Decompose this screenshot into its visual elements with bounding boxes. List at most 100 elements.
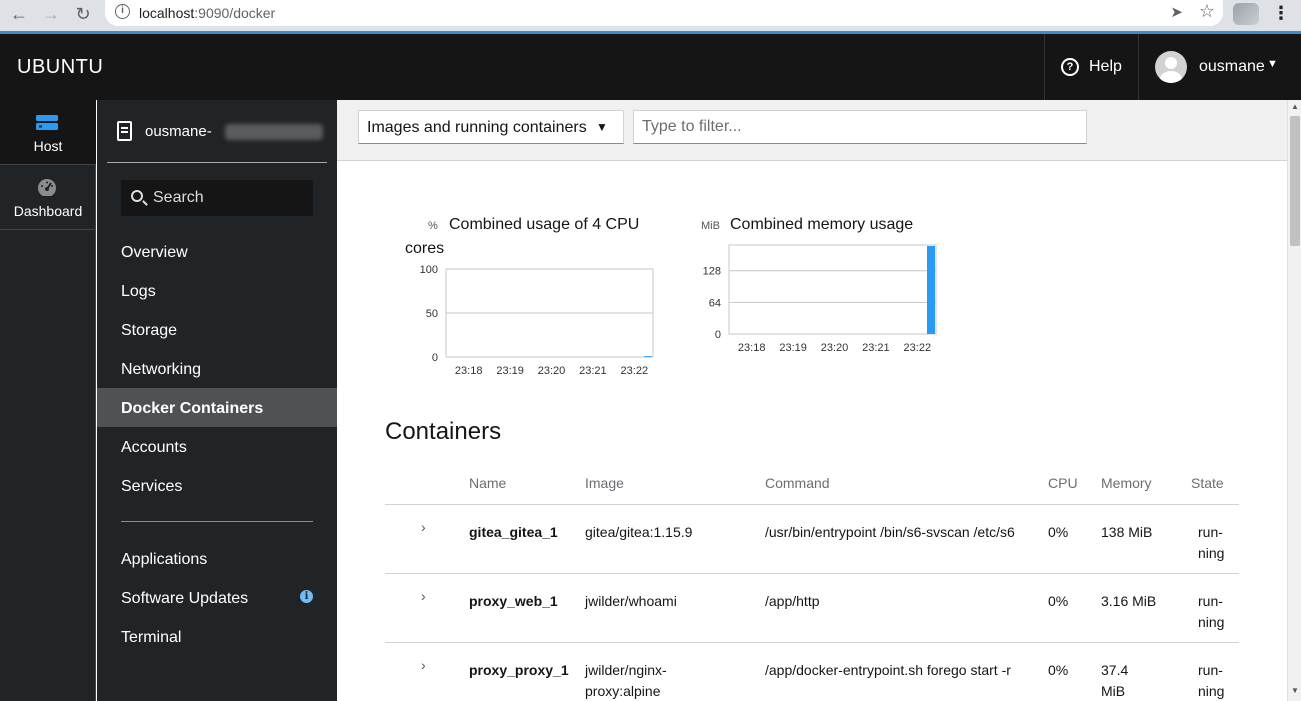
sidebar-item-label: Terminal: [121, 629, 182, 646]
table-row[interactable]: › gitea_gitea_1 gitea/gitea:1.15.9 /usr/…: [385, 505, 1239, 574]
sidebar: ousmane- Search Overview Logs Storage Ne…: [97, 100, 337, 701]
container-state: run-ning: [1198, 662, 1225, 699]
caret-down-icon: ▼: [1267, 58, 1278, 70]
y-tick-label: 0: [432, 352, 438, 364]
scroll-down-icon[interactable]: ▼: [1291, 686, 1299, 695]
bookmark-star-icon[interactable]: ☆: [1199, 1, 1215, 22]
container-cpu: 0%: [1048, 662, 1069, 678]
container-state: run-ning: [1198, 593, 1225, 630]
sidebar-item-overview[interactable]: Overview: [97, 232, 337, 271]
forward-arrow-icon[interactable]: →: [38, 3, 64, 25]
scroll-up-icon[interactable]: ▲: [1291, 102, 1299, 111]
url-text: localhost:9090/docker: [139, 5, 275, 21]
sidebar-search-input[interactable]: Search: [121, 180, 313, 216]
x-tick-label: 23:19: [496, 365, 524, 377]
sidebar-item-label: Software Updates: [121, 590, 249, 607]
reload-icon[interactable]: ↻: [70, 3, 96, 25]
host-switcher[interactable]: ousmane-: [107, 100, 327, 163]
cpu-chart-title-cont: cores: [405, 240, 445, 257]
sidebar-item-label: Networking: [121, 361, 202, 378]
container-name[interactable]: proxy_proxy_1: [469, 660, 569, 681]
col-header-cpu[interactable]: CPU: [1048, 475, 1078, 491]
sidebar-item-label: Overview: [121, 244, 188, 261]
y-tick-label: 0: [715, 329, 721, 341]
container-memory: 138 MiB: [1101, 524, 1153, 540]
sidebar-item-docker-containers[interactable]: Docker Containers: [97, 388, 337, 427]
sidebar-item-label: Accounts: [121, 439, 187, 456]
sidebar-item-terminal[interactable]: Terminal: [97, 617, 337, 656]
sidebar-item-services[interactable]: Services: [97, 466, 337, 505]
select-value: Images and running containers: [367, 119, 587, 136]
expand-chevron-icon[interactable]: ›: [421, 657, 426, 673]
dashboard-label: Dashboard: [13, 203, 83, 219]
brand-title: UBUNTU: [17, 56, 104, 78]
x-tick-label: 23:18: [455, 365, 483, 377]
container-image: jwilder/nginx-proxy:alpine: [585, 662, 667, 699]
help-menu[interactable]: ? Help: [1044, 34, 1139, 100]
container-name[interactable]: gitea_gitea_1: [469, 522, 558, 543]
avatar: [1155, 51, 1187, 83]
site-info-icon[interactable]: i: [115, 4, 130, 19]
main-content: Images and running containers ▼ % Combin…: [337, 100, 1301, 701]
host-dashboard-nav: Host Dashboard: [0, 100, 96, 701]
container-command: /usr/bin/entrypoint /bin/s6-svscan /etc/…: [765, 524, 1015, 540]
browser-menu-icon[interactable]: ⋮: [1272, 3, 1290, 24]
container-filter-select[interactable]: Images and running containers ▼: [358, 110, 624, 144]
col-header-memory[interactable]: Memory: [1101, 475, 1152, 491]
memory-chart-title: Combined memory usage: [730, 216, 914, 233]
url-path: :9090/docker: [194, 5, 276, 21]
browser-profile-avatar[interactable]: [1233, 3, 1259, 25]
back-arrow-icon[interactable]: ←: [6, 3, 32, 25]
sidebar-item-storage[interactable]: Storage: [97, 310, 337, 349]
container-state: run-ning: [1198, 524, 1225, 561]
send-icon[interactable]: ➤: [1170, 3, 1183, 21]
cpu-chart-unit: %: [428, 220, 438, 232]
containers-toolbar: Images and running containers ▼: [337, 100, 1287, 161]
host-label: Host: [33, 138, 63, 154]
sidebar-item-accounts[interactable]: Accounts: [97, 427, 337, 466]
host-name: ousmane-: [145, 123, 212, 140]
sidebar-item-label: Applications: [121, 551, 208, 568]
dashboard-gauge-icon: [38, 179, 56, 196]
x-tick-label: 23:20: [538, 365, 566, 377]
y-tick-label: 50: [426, 308, 438, 320]
col-header-image[interactable]: Image: [585, 475, 624, 491]
sidebar-item-applications[interactable]: Applications: [97, 539, 337, 578]
server-icon: [36, 115, 58, 130]
container-command: /app/docker-entrypoint.sh forego start -…: [765, 662, 1011, 678]
container-cpu: 0%: [1048, 524, 1069, 540]
scrollbar-thumb[interactable]: [1290, 116, 1300, 246]
data-area: [927, 245, 935, 334]
container-command: /app/http: [765, 593, 820, 609]
x-tick-label: 23:21: [579, 365, 607, 377]
nav-host[interactable]: Host: [0, 100, 96, 165]
address-bar[interactable]: i localhost:9090/docker ➤ ☆: [105, 0, 1223, 26]
sidebar-item-logs[interactable]: Logs: [97, 271, 337, 310]
x-tick-label: 23:19: [779, 342, 807, 354]
table-row[interactable]: › proxy_proxy_1 jwilder/nginx-proxy:alpi…: [385, 643, 1239, 701]
memory-chart-unit: MiB: [701, 220, 720, 232]
sidebar-item-software-updates[interactable]: Software Updates i: [97, 578, 337, 617]
help-label: Help: [1089, 58, 1122, 75]
container-name[interactable]: proxy_web_1: [469, 591, 558, 612]
cpu-chart-title: Combined usage of 4 CPU: [449, 216, 640, 233]
col-header-state[interactable]: State: [1191, 475, 1224, 491]
table-row[interactable]: › proxy_web_1 jwilder/whoami /app/http 0…: [385, 574, 1239, 643]
filter-input[interactable]: [633, 110, 1087, 144]
col-header-name[interactable]: Name: [469, 475, 506, 491]
y-tick-label: 64: [709, 297, 721, 309]
expand-chevron-icon[interactable]: ›: [421, 519, 426, 535]
expand-chevron-icon[interactable]: ›: [421, 588, 426, 604]
col-header-command[interactable]: Command: [765, 475, 830, 491]
nav-dashboard[interactable]: Dashboard: [0, 165, 96, 230]
containers-heading: Containers: [385, 418, 502, 445]
x-tick-label: 23:22: [621, 365, 649, 377]
sidebar-item-networking[interactable]: Networking: [97, 349, 337, 388]
x-tick-label: 23:21: [862, 342, 890, 354]
x-tick-label: 23:18: [738, 342, 766, 354]
browser-toolbar: ← → ↻ i localhost:9090/docker ➤ ☆ ⋮: [0, 0, 1301, 34]
memory-usage-chart: 128 64 0 23:18 23:19 23:20 23:21 23:22: [703, 244, 937, 354]
x-tick-label: 23:22: [904, 342, 932, 354]
sidebar-divider: [121, 521, 313, 522]
page-scrollbar[interactable]: ▲ ▼: [1287, 100, 1301, 701]
